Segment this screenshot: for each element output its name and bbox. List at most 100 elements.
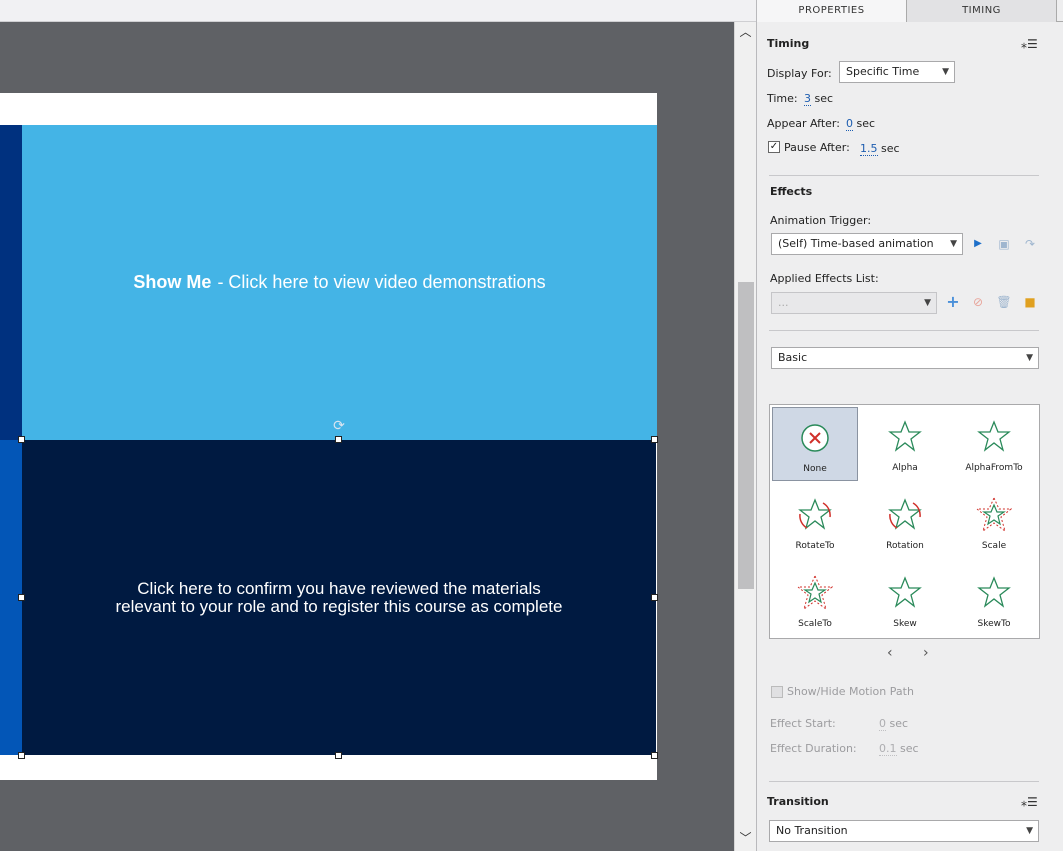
divider — [769, 175, 1039, 176]
motion-path-label: Show/Hide Motion Path — [787, 685, 914, 698]
effect-alpha[interactable]: Alpha — [862, 407, 948, 481]
slide: Show Me - Click here to view video demon… — [0, 93, 658, 780]
add-effect-icon[interactable]: + — [945, 294, 961, 310]
stage-canvas: Show Me - Click here to view video demon… — [0, 0, 756, 851]
time-value[interactable]: 3 — [804, 92, 811, 106]
chevron-down-icon: ▼ — [1026, 826, 1033, 836]
animation-trigger-select[interactable]: (Self) Time-based animation ▼ — [771, 233, 963, 255]
animation-trigger-value: (Self) Time-based animation — [778, 237, 934, 250]
resize-handle-top[interactable] — [335, 436, 342, 443]
timing-section-title: Timing — [767, 37, 810, 50]
tab-timing[interactable]: TIMING — [907, 0, 1057, 22]
effect-skewto[interactable]: SkewTo — [951, 563, 1037, 637]
effect-category-value: Basic — [778, 351, 808, 364]
redo-icon[interactable]: ↷ — [1022, 236, 1038, 252]
resize-handle-top-left[interactable] — [18, 436, 25, 443]
star-rotate-icon — [772, 497, 858, 541]
effects-section-title: Effects — [770, 185, 813, 198]
pause-after-unit: sec — [881, 142, 900, 155]
motion-path-checkbox[interactable] — [771, 686, 783, 698]
show-me-bold-text: Show Me — [133, 272, 212, 292]
effect-scale[interactable]: Scale — [951, 485, 1037, 559]
pause-after-label: Pause After: — [784, 141, 850, 154]
folder-icon[interactable]: ■ — [1022, 294, 1038, 310]
star-icon — [951, 575, 1037, 619]
effect-alphafromto[interactable]: AlphaFromTo — [951, 407, 1037, 481]
transition-section-title: Transition — [767, 795, 829, 808]
effect-label: Scale — [981, 541, 1007, 551]
show-me-button[interactable]: Show Me - Click here to view video demon… — [22, 125, 657, 440]
scroll-thumb[interactable] — [738, 282, 754, 589]
appear-after-label: Appear After: — [767, 117, 840, 130]
applied-effects-value: ... — [778, 296, 789, 309]
tab-properties[interactable]: PROPERTIES — [757, 0, 907, 22]
properties-panel: PROPERTIES TIMING Timing ⁎☰ Display For:… — [756, 0, 1063, 851]
divider — [769, 781, 1039, 782]
play-icon[interactable]: ▶ — [970, 236, 986, 252]
appear-after-value[interactable]: 0 — [846, 117, 853, 131]
effect-start-value[interactable]: 0 — [879, 717, 886, 731]
applied-effects-select[interactable]: ... ▼ — [771, 292, 937, 314]
effects-grid: None Alpha AlphaFromTo RotateTo Rotation Scal… — [769, 404, 1040, 639]
effect-label: RotateTo — [795, 541, 835, 551]
divider — [769, 330, 1039, 331]
confirm-text-line-1: Click here to confirm you have reviewed … — [137, 578, 541, 598]
rotate-handle-icon[interactable]: ⟳ — [331, 418, 347, 434]
disable-effect-icon[interactable]: ⊘ — [970, 294, 986, 310]
pause-after-field[interactable]: 1.5 sec — [860, 142, 900, 156]
effect-label: AlphaFromTo — [965, 463, 1023, 473]
resize-handle-right[interactable] — [651, 594, 658, 601]
animation-trigger-label: Animation Trigger: — [770, 214, 872, 227]
star-scale-icon — [951, 496, 1037, 541]
effect-duration-value[interactable]: 0.1 — [879, 742, 897, 756]
effect-label: Rotation — [886, 541, 924, 551]
delete-effect-icon[interactable]: 🗑 — [996, 294, 1012, 310]
effect-category-select[interactable]: Basic ▼ — [771, 347, 1039, 369]
resize-handle-bottom-left[interactable] — [18, 752, 25, 759]
resize-handle-top-right[interactable] — [651, 436, 658, 443]
pause-after-value[interactable]: 1.5 — [860, 142, 878, 156]
effect-start-label: Effect Start: — [770, 717, 836, 730]
save-icon[interactable]: ▣ — [996, 236, 1012, 252]
display-for-select[interactable]: Specific Time ▼ — [839, 61, 955, 83]
applied-effects-label: Applied Effects List: — [770, 272, 879, 285]
effect-rotation[interactable]: Rotation — [862, 485, 948, 559]
scroll-down-icon[interactable]: ﹀ — [735, 828, 756, 848]
stage-top-strip — [0, 0, 756, 22]
effect-duration-field[interactable]: 0.1 sec — [879, 742, 919, 756]
pause-after-checkbox[interactable]: ✓ — [768, 141, 780, 153]
display-for-label: Display For: — [767, 67, 832, 80]
effect-start-field[interactable]: 0 sec — [879, 717, 909, 731]
effect-scaleto[interactable]: ScaleTo — [772, 563, 858, 637]
resize-handle-bottom-right[interactable] — [651, 752, 658, 759]
resize-handle-bottom[interactable] — [335, 752, 342, 759]
stage-vertical-scrollbar[interactable]: ︿ ﹀ — [734, 22, 756, 851]
effect-label: Skew — [893, 619, 917, 629]
next-page-icon[interactable]: › — [923, 645, 929, 661]
show-me-text: - Click here to view video demonstration… — [217, 272, 546, 292]
time-field[interactable]: 3 sec — [804, 92, 833, 106]
effect-start-unit: sec — [889, 717, 909, 730]
transition-menu-icon[interactable]: ⁎☰ — [1021, 796, 1039, 808]
effect-none[interactable]: None — [772, 407, 858, 481]
effect-rotateto[interactable]: RotateTo — [772, 485, 858, 559]
appear-after-field[interactable]: 0 sec — [846, 117, 876, 131]
confirm-text-line-2: relevant to your role and to register th… — [115, 596, 563, 616]
confirm-completion-button[interactable]: Click here to confirm you have reviewed … — [22, 440, 656, 755]
panel-tabs: PROPERTIES TIMING — [757, 0, 1063, 22]
effect-label: None — [803, 464, 827, 474]
none-icon — [773, 420, 857, 464]
appear-after-unit: sec — [856, 117, 876, 130]
previous-page-icon[interactable]: ‹ — [887, 645, 893, 661]
resize-handle-left[interactable] — [18, 594, 25, 601]
left-band-dark — [0, 125, 22, 440]
star-rotate-icon — [862, 497, 948, 541]
chevron-down-icon: ▼ — [942, 67, 949, 77]
effect-duration-unit: sec — [900, 742, 919, 755]
effect-label: ScaleTo — [798, 619, 832, 629]
scroll-up-icon[interactable]: ︿ — [735, 22, 756, 42]
effect-duration-label: Effect Duration: — [770, 742, 857, 755]
timing-menu-icon[interactable]: ⁎☰ — [1021, 38, 1039, 50]
effect-skew[interactable]: Skew — [862, 563, 948, 637]
transition-select[interactable]: No Transition ▼ — [769, 820, 1039, 842]
